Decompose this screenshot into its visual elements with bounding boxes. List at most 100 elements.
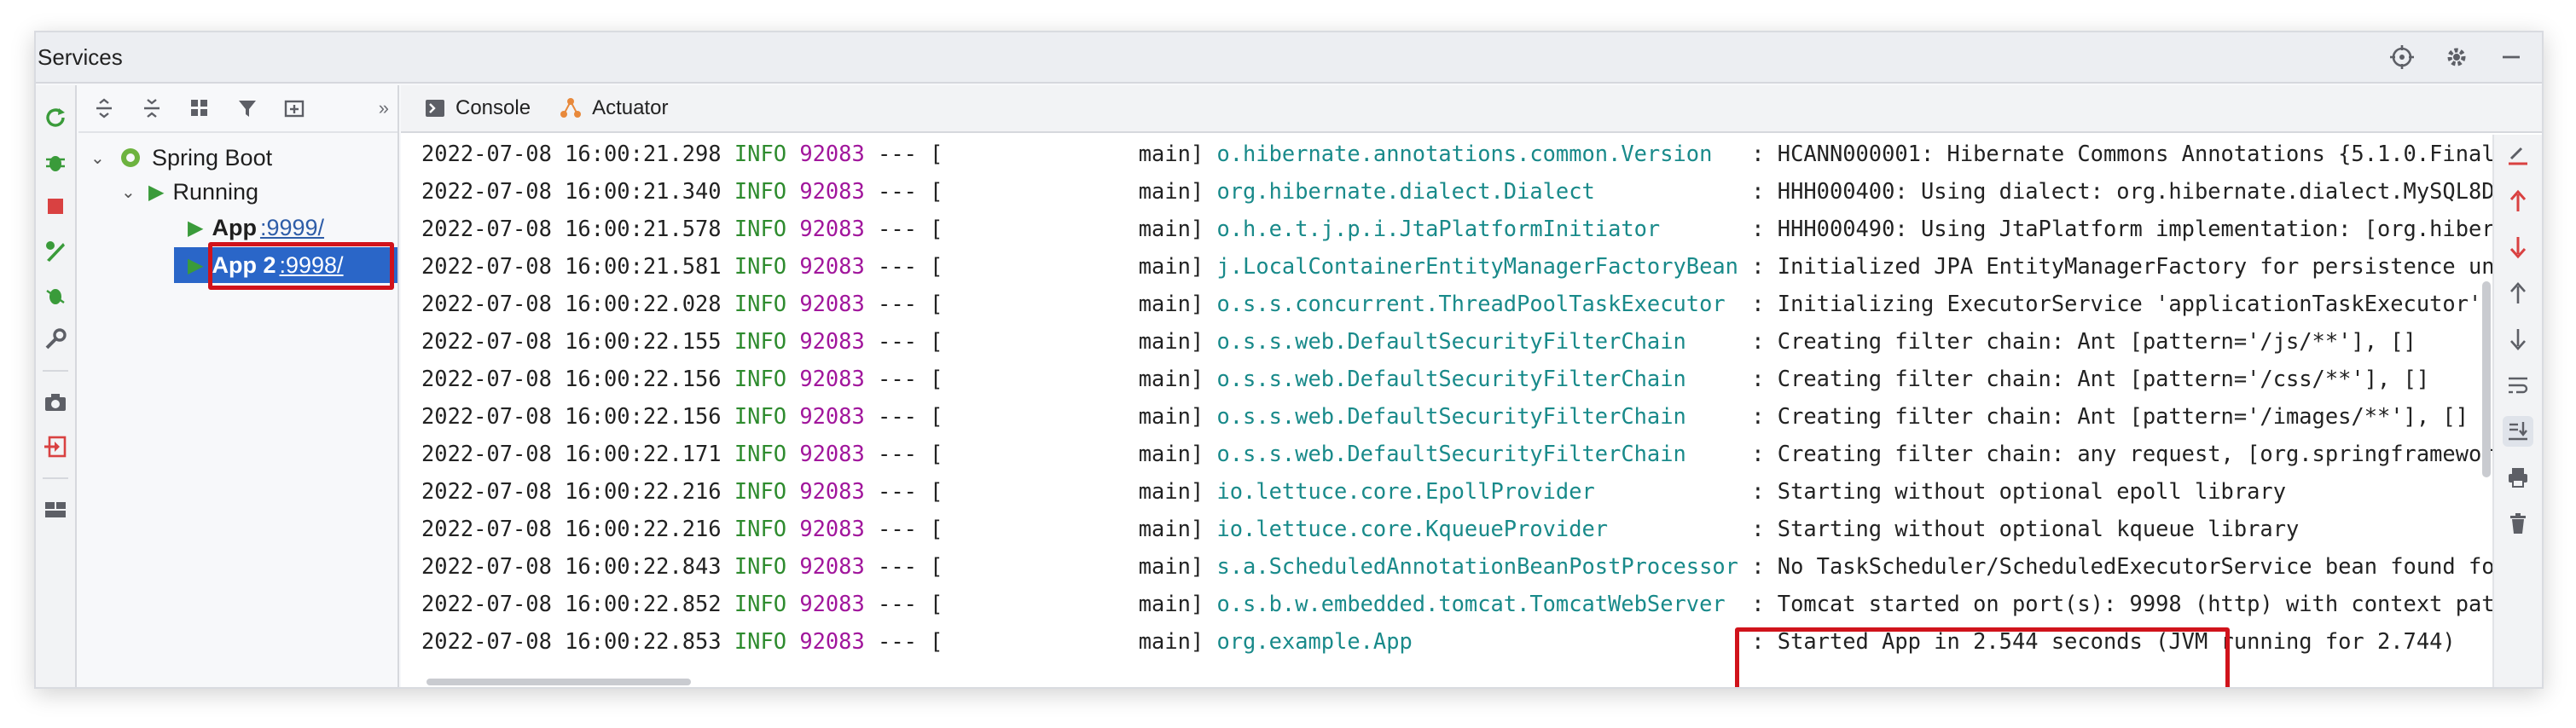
log-separator: --- [ (878, 328, 956, 354)
log-message: : Creating filter chain: any request, [o… (1751, 441, 2492, 466)
app-port-link[interactable]: :9999/ (260, 215, 324, 241)
app-name: App 2 (212, 251, 276, 278)
log-timestamp: 2022-07-08 16:00:22.028 (421, 291, 734, 316)
log-logger: io.lettuce.core.KqueueProvider (1216, 516, 1752, 541)
log-timestamp: 2022-07-08 16:00:21.581 (421, 253, 734, 279)
gear-icon[interactable] (2441, 42, 2472, 72)
log-level: INFO (734, 178, 800, 204)
log-logger: org.hibernate.dialect.Dialect (1216, 178, 1752, 204)
log-message: : Creating filter chain: Ant [pattern='/… (1751, 366, 2430, 391)
log-logger: o.s.s.web.DefaultSecurityFilterChain (1216, 441, 1752, 466)
console-line: 2022-07-08 16:00:22.028 INFO 92083 --- [… (421, 285, 2492, 322)
log-separator: --- [ (878, 216, 956, 241)
clear-icon[interactable] (2503, 140, 2533, 170)
more-actions-icon[interactable]: » (379, 97, 389, 119)
vertical-scrollbar[interactable] (2482, 281, 2491, 477)
soft-wrap-icon[interactable] (2503, 370, 2533, 401)
log-message: : Creating filter chain: Ant [pattern='/… (1751, 403, 2469, 429)
log-thread: main] (955, 591, 1217, 616)
log-thread: main] (955, 178, 1217, 204)
log-separator: --- [ (878, 141, 956, 166)
tab-label: Console (455, 96, 531, 119)
console-line: 2022-07-08 16:00:22.216 INFO 92083 --- [… (421, 472, 2492, 510)
filter-icon[interactable] (232, 93, 263, 124)
play-icon: ▶ (148, 180, 165, 204)
tree-node-spring-boot[interactable]: ⌄ Spring Boot (90, 140, 272, 176)
log-logger: io.lettuce.core.EpollProvider (1216, 478, 1752, 504)
log-level: INFO (734, 516, 800, 541)
log-timestamp: 2022-07-08 16:00:22.155 (421, 328, 734, 354)
console-line: 2022-07-08 16:00:22.853 INFO 92083 --- [… (421, 622, 2492, 660)
log-timestamp: 2022-07-08 16:00:22.853 (421, 628, 734, 654)
log-level: INFO (734, 403, 800, 429)
tab-actuator[interactable]: Actuator (560, 96, 668, 120)
group-by-icon[interactable] (184, 93, 215, 124)
import-icon[interactable] (40, 431, 71, 462)
scroll-to-end-icon[interactable] (2503, 416, 2533, 447)
console-line: 2022-07-08 16:00:22.171 INFO 92083 --- [… (421, 435, 2492, 472)
collapse-all-icon[interactable] (136, 93, 167, 124)
console-output[interactable]: 2022-07-08 16:00:21.298 INFO 92083 --- [… (401, 135, 2492, 675)
log-timestamp: 2022-07-08 16:00:22.843 (421, 553, 734, 579)
tree-node-label: Running (172, 178, 259, 205)
tab-console[interactable]: Console (425, 96, 531, 120)
tab-bar: Console Actuator (401, 85, 2542, 133)
log-thread: main] (955, 291, 1217, 316)
app-port-link[interactable]: :9998/ (279, 252, 343, 279)
minimize-icon[interactable] (2496, 42, 2527, 72)
wrench-icon[interactable] (40, 324, 71, 355)
log-thread: main] (955, 328, 1217, 354)
chevron-down-icon[interactable]: ⌄ (121, 182, 140, 203)
log-logger: o.s.s.web.DefaultSecurityFilterChain (1216, 328, 1752, 354)
log-pid: 92083 (799, 403, 879, 429)
arrow-up-red-icon[interactable] (2503, 186, 2533, 217)
crosshair-icon[interactable] (2387, 42, 2417, 72)
run-icon[interactable] (40, 235, 71, 266)
log-timestamp: 2022-07-08 16:00:22.171 (421, 441, 734, 466)
trash-icon[interactable] (2503, 508, 2533, 539)
window-title: Services (38, 43, 123, 70)
log-thread: main] (955, 403, 1217, 429)
log-pid: 92083 (799, 478, 879, 504)
log-separator: --- [ (878, 291, 956, 316)
arrow-down-icon[interactable] (2503, 324, 2533, 355)
log-level: INFO (734, 591, 800, 616)
debug-icon[interactable] (40, 147, 71, 177)
print-icon[interactable] (2503, 462, 2533, 493)
app-name: App (212, 214, 257, 240)
expand-all-icon[interactable] (89, 93, 119, 124)
log-pid: 92083 (799, 366, 879, 391)
tree-node-running[interactable]: ⌄ ▶ Running (121, 174, 258, 210)
log-thread: main] (955, 253, 1217, 279)
debug-run-icon[interactable] (40, 280, 71, 310)
log-timestamp: 2022-07-08 16:00:22.156 (421, 366, 734, 391)
log-level: INFO (734, 253, 800, 279)
log-timestamp: 2022-07-08 16:00:21.298 (421, 141, 734, 166)
log-message: : Starting without optional epoll librar… (1751, 478, 2286, 504)
add-service-icon[interactable] (280, 93, 310, 124)
log-separator: --- [ (878, 628, 956, 654)
log-pid: 92083 (799, 178, 879, 204)
log-level: INFO (734, 628, 800, 654)
log-level: INFO (734, 478, 800, 504)
horizontal-scrollbar[interactable] (426, 679, 691, 685)
log-thread: main] (955, 366, 1217, 391)
console-line: 2022-07-08 16:00:22.155 INFO 92083 --- [… (421, 322, 2492, 360)
tree-node-app-2[interactable]: ▶ App 2 :9998/ (174, 247, 397, 283)
log-timestamp: 2022-07-08 16:00:22.852 (421, 591, 734, 616)
arrow-down-red-icon[interactable] (2503, 232, 2533, 263)
arrow-up-icon[interactable] (2503, 278, 2533, 309)
log-message: : No TaskScheduler/ScheduledExecutorServ… (1751, 553, 2492, 579)
log-pid: 92083 (799, 628, 879, 654)
camera-icon[interactable] (40, 387, 71, 418)
log-level: INFO (734, 291, 800, 316)
log-timestamp: 2022-07-08 16:00:21.340 (421, 178, 734, 204)
tree-node-app[interactable]: ▶ App :9999/ (188, 210, 324, 246)
log-level: INFO (734, 366, 800, 391)
rerun-icon[interactable] (40, 102, 71, 133)
log-logger: o.s.s.web.DefaultSecurityFilterChain (1216, 366, 1752, 391)
chevron-down-icon[interactable]: ⌄ (90, 147, 109, 169)
log-message: : Initialized JPA EntityManagerFactory f… (1751, 253, 2492, 279)
layout-icon[interactable] (40, 494, 71, 525)
stop-icon[interactable] (40, 191, 71, 222)
